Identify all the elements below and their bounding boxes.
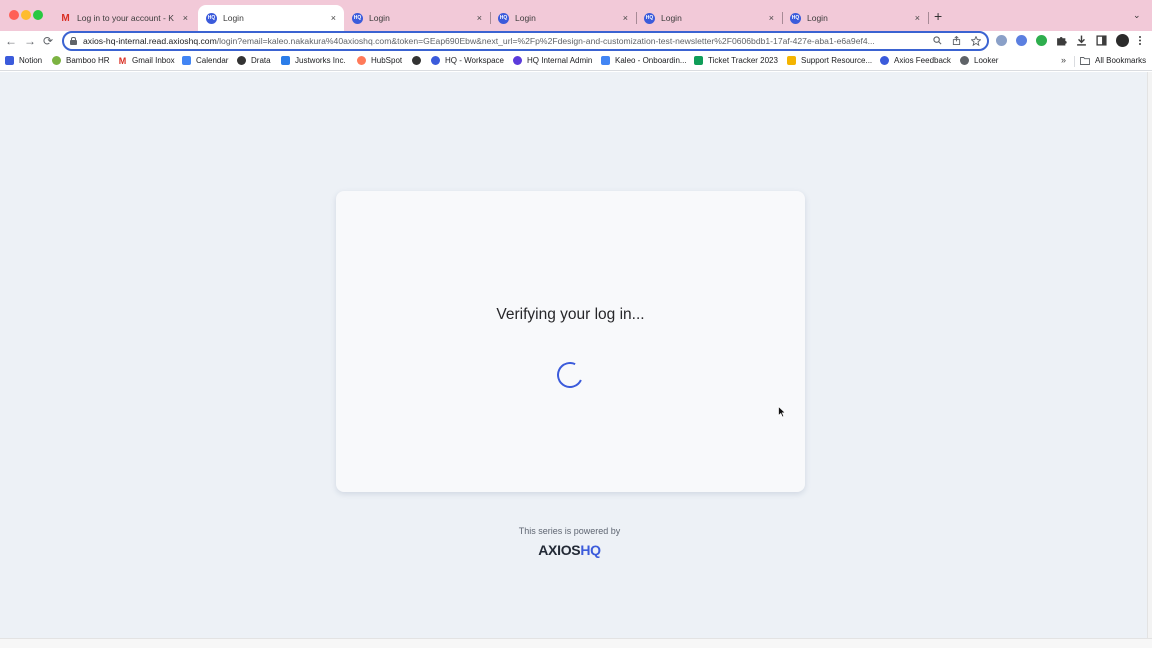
docs-icon bbox=[601, 56, 610, 65]
looker-icon bbox=[960, 56, 969, 65]
grammarly-extension-icon[interactable] bbox=[1036, 35, 1047, 46]
gmail-icon: M bbox=[61, 12, 70, 24]
side-panel-icon[interactable] bbox=[1096, 35, 1107, 46]
reload-button[interactable]: ⟳ bbox=[43, 32, 53, 50]
bookmark-bamboo-hr[interactable]: Bamboo HR bbox=[52, 56, 110, 65]
all-bookmarks-button[interactable]: All Bookmarks bbox=[1080, 56, 1146, 65]
bookmark-axios-feedback[interactable]: Axios Feedback bbox=[880, 56, 951, 65]
browser-toolbar: ← → ⟳ axios-hq-internal.read.axioshq.com… bbox=[0, 31, 1152, 52]
tab-title: Login bbox=[807, 13, 828, 23]
url-text[interactable]: axios-hq-internal.read.axioshq.com/login… bbox=[83, 36, 927, 46]
page-content: Verifying your log in... This series is … bbox=[0, 72, 1147, 638]
bookmark-calendar[interactable]: Calendar bbox=[182, 56, 228, 65]
bookmark-support-resources[interactable]: Support Resource... bbox=[787, 56, 872, 65]
forward-button[interactable]: → bbox=[24, 32, 36, 50]
close-window-button[interactable] bbox=[9, 10, 19, 20]
axioshq-favicon-icon: HQ bbox=[206, 12, 217, 24]
page-title: Verifying your log in... bbox=[496, 306, 645, 323]
profile-avatar[interactable] bbox=[1116, 34, 1129, 47]
axios-hq-logo[interactable]: AXIOSHQ bbox=[0, 542, 1139, 558]
more-menu-icon[interactable] bbox=[1138, 35, 1142, 46]
tab-login-4[interactable]: HQ Login × bbox=[490, 5, 636, 31]
url-host: axios-hq-internal.read.axioshq.com bbox=[83, 36, 217, 46]
gmail-icon: M bbox=[118, 55, 127, 66]
minimize-window-button[interactable] bbox=[21, 10, 31, 20]
axioshq-icon bbox=[431, 56, 440, 65]
drata-icon bbox=[237, 56, 246, 65]
tab-login-6[interactable]: HQ Login × bbox=[782, 5, 928, 31]
bookmark-hubspot[interactable]: HubSpot bbox=[357, 56, 402, 65]
bookmark-ticket-tracker[interactable]: Ticket Tracker 2023 bbox=[694, 56, 778, 65]
sheets-icon bbox=[694, 56, 703, 65]
mouse-cursor-icon bbox=[778, 405, 787, 423]
tab-close-icon[interactable]: × bbox=[183, 13, 188, 23]
powered-by-text: This series is powered by bbox=[518, 526, 621, 536]
more-bookmarks-button[interactable]: » bbox=[1061, 55, 1066, 65]
tab-title: Log in to your account - K bbox=[77, 13, 174, 23]
bookmark-globe[interactable] bbox=[412, 56, 426, 65]
tab-title: Login bbox=[223, 13, 244, 23]
tab-close-icon[interactable]: × bbox=[477, 13, 482, 23]
download-icon[interactable] bbox=[1076, 35, 1087, 46]
puzzle-extensions-icon[interactable] bbox=[1056, 35, 1067, 46]
axioshq-icon bbox=[513, 56, 522, 65]
tab-search-chevron-icon[interactable]: ⌄ bbox=[1133, 10, 1141, 21]
lock-icon[interactable] bbox=[70, 37, 77, 45]
tab-close-icon[interactable]: × bbox=[915, 13, 920, 23]
bookmark-star-icon[interactable] bbox=[971, 36, 981, 46]
omnibox-actions bbox=[933, 36, 981, 46]
tab-close-icon[interactable]: × bbox=[623, 13, 628, 23]
bookmark-hq-workspace[interactable]: HQ - Workspace bbox=[431, 56, 504, 65]
new-tab-button[interactable]: + bbox=[934, 9, 942, 23]
login-verification-card: Verifying your log in... bbox=[336, 191, 805, 492]
axioshq-icon bbox=[880, 56, 889, 65]
tab-close-icon[interactable]: × bbox=[769, 13, 774, 23]
tab-strip: M Log in to your account - K × HQ Login … bbox=[0, 0, 1152, 31]
tab-login-active[interactable]: HQ Login × bbox=[198, 5, 344, 31]
tab-title: Login bbox=[369, 13, 390, 23]
url-path: /login?email=kaleo.nakakura%40axioshq.co… bbox=[216, 36, 875, 46]
bookmark-kaleo-onboarding[interactable]: Kaleo - Onboardin... bbox=[601, 56, 687, 65]
bamboohr-icon bbox=[52, 56, 61, 65]
axioshq-favicon-icon: HQ bbox=[498, 12, 509, 24]
hubspot-icon bbox=[357, 56, 366, 65]
calendar-icon bbox=[182, 56, 191, 65]
tab-divider bbox=[928, 12, 929, 24]
back-button[interactable]: ← bbox=[5, 32, 17, 50]
window-bottom-edge bbox=[0, 638, 1152, 648]
axioshq-favicon-icon: HQ bbox=[644, 12, 655, 24]
settings-extension-icon[interactable] bbox=[1016, 35, 1027, 46]
tab-title: Login bbox=[515, 13, 536, 23]
tab-close-icon[interactable]: × bbox=[331, 13, 336, 23]
loading-spinner-icon bbox=[553, 358, 587, 392]
justworks-icon bbox=[281, 56, 290, 65]
notion-icon bbox=[5, 56, 14, 65]
extension-icon[interactable] bbox=[996, 35, 1007, 46]
bookmark-drata[interactable]: Drata bbox=[237, 56, 271, 65]
tab-title: Login bbox=[661, 13, 682, 23]
bookmark-gmail-inbox[interactable]: M Gmail Inbox bbox=[118, 55, 175, 66]
vertical-scrollbar[interactable] bbox=[1147, 72, 1152, 638]
bookmark-justworks[interactable]: Justworks Inc. bbox=[281, 56, 346, 65]
zoom-icon[interactable] bbox=[933, 36, 942, 45]
tab-gmail-login[interactable]: M Log in to your account - K × bbox=[52, 5, 196, 31]
folder-icon bbox=[1080, 57, 1090, 65]
bookmarks-bar: Notion Bamboo HR M Gmail Inbox Calendar D… bbox=[0, 52, 1152, 71]
extensions-area bbox=[996, 34, 1142, 47]
axioshq-favicon-icon: HQ bbox=[790, 12, 801, 24]
bookmark-notion[interactable]: Notion bbox=[5, 56, 42, 65]
support-icon bbox=[787, 56, 796, 65]
address-bar[interactable]: axios-hq-internal.read.axioshq.com/login… bbox=[62, 31, 989, 51]
bookmark-hq-internal-admin[interactable]: HQ Internal Admin bbox=[513, 56, 592, 65]
axioshq-favicon-icon: HQ bbox=[352, 12, 363, 24]
globe-icon bbox=[412, 56, 421, 65]
bookmark-looker[interactable]: Looker bbox=[960, 56, 998, 65]
tab-login-3[interactable]: HQ Login × bbox=[344, 5, 490, 31]
bookmarks-divider bbox=[1074, 56, 1075, 67]
share-icon[interactable] bbox=[952, 36, 961, 45]
maximize-window-button[interactable] bbox=[33, 10, 43, 20]
tab-login-5[interactable]: HQ Login × bbox=[636, 5, 782, 31]
